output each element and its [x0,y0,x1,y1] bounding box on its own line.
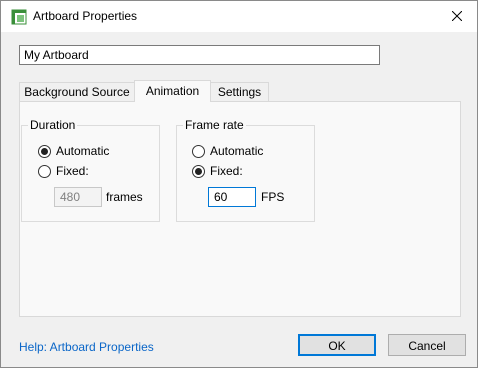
title-bar[interactable]: Artboard Properties [1,1,477,32]
frame-rate-fixed-label: Fixed: [210,164,243,178]
frame-rate-label: Frame rate [183,118,246,132]
tab-background-source[interactable]: Background Source [19,82,135,101]
frame-rate-automatic-radio[interactable]: Automatic [192,143,263,159]
duration-label: Duration [28,118,78,132]
radio-indicator [192,144,205,158]
radio-indicator [38,144,51,158]
close-button[interactable] [437,1,477,32]
artboard-properties-dialog: Artboard Properties Background Source An… [0,0,478,368]
tab-label: Background Source [24,85,130,99]
radio-indicator [192,164,205,178]
animation-tab-panel: Duration Automatic Fixed: frames Frame r… [19,101,461,317]
tab-animation[interactable]: Animation [134,80,211,102]
fps-input[interactable] [208,187,256,207]
frame-rate-group: Frame rate Automatic Fixed: FPS [176,118,315,222]
artboard-name-input[interactable] [19,45,380,65]
tab-bar: Background Source Animation Settings [19,80,461,102]
window-title: Artboard Properties [33,9,138,23]
artboard-app-icon [11,9,27,25]
frame-rate-automatic-label: Automatic [210,144,264,158]
ok-button[interactable]: OK [298,334,376,356]
radio-indicator [38,164,51,178]
duration-automatic-label: Automatic [56,144,110,158]
duration-fixed-radio[interactable]: Fixed: [38,163,89,179]
help-link[interactable]: Help: Artboard Properties [19,340,154,354]
frames-unit-label: frames [106,190,143,204]
duration-frames-input[interactable] [54,187,102,207]
tab-settings[interactable]: Settings [210,82,269,101]
duration-automatic-radio[interactable]: Automatic [38,143,109,159]
tab-label: Settings [217,85,262,99]
fps-unit-label: FPS [261,190,285,204]
cancel-button[interactable]: Cancel [388,334,466,356]
duration-group: Duration Automatic Fixed: frames [21,118,160,222]
close-icon [451,10,463,24]
frame-rate-fixed-radio[interactable]: Fixed: [192,163,243,179]
duration-fixed-label: Fixed: [56,164,89,178]
tab-label: Animation [145,84,200,98]
